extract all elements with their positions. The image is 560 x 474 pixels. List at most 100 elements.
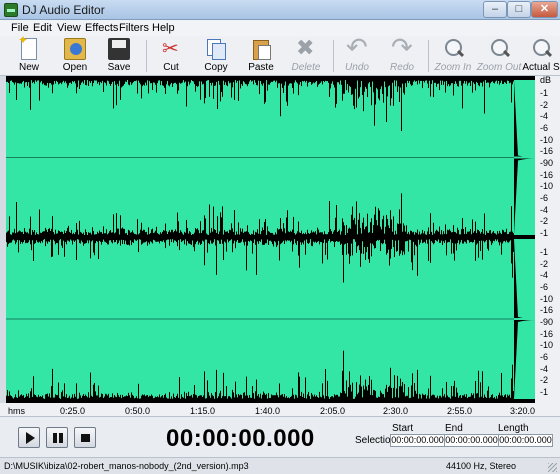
- db-tick-label: -6: [540, 282, 549, 292]
- ruler-tick: 2:30.0: [383, 406, 409, 416]
- stop-button[interactable]: [74, 427, 96, 448]
- resize-grip-icon[interactable]: [548, 463, 557, 472]
- menu-filters[interactable]: Filters: [119, 22, 149, 34]
- end-label: End: [445, 423, 463, 434]
- toolbar-separator: [333, 40, 334, 72]
- db-tick-label: -16: [540, 169, 554, 180]
- db-tick-label: -16: [540, 305, 554, 316]
- delete-button[interactable]: Delete: [285, 35, 327, 76]
- title-bar: DJ Audio Editor – □ ✕: [0, 0, 560, 20]
- db-tick-label: -2: [540, 216, 549, 227]
- paste-label: Paste: [248, 62, 274, 73]
- open-label: Open: [62, 62, 88, 73]
- open-folder-icon: [64, 38, 86, 60]
- zoom-out-button[interactable]: Zoom Out: [476, 36, 522, 76]
- selection-end-field[interactable]: 00:00:00.000: [444, 434, 499, 447]
- db-tick-label: -1: [540, 247, 549, 257]
- time-ruler[interactable]: hms 0:25.0 0:50.0 1:15.0 1:40.0 2:05.0 2…: [0, 403, 560, 417]
- maximize-button[interactable]: □: [507, 1, 531, 18]
- db-tick-label: -4: [540, 270, 549, 281]
- ruler-tick: 1:15.0: [190, 406, 216, 416]
- actual-size-label: Actual S: [522, 62, 560, 73]
- close-button[interactable]: ✕: [531, 1, 558, 18]
- length-label: Length: [498, 423, 529, 434]
- floppy-disk-icon: [108, 38, 130, 60]
- selection-length-field[interactable]: 00:00:00.000: [498, 434, 553, 447]
- new-label: New: [18, 62, 39, 73]
- undo-label: Undo: [345, 62, 369, 73]
- menu-bar: File Edit View Effects Filters Help: [0, 20, 560, 36]
- file-path: D:\MUSIK\ibiza\02-robert_manos-nobody_(2…: [4, 461, 249, 471]
- app-icon: [4, 3, 18, 17]
- db-tick-label: -1: [540, 387, 549, 397]
- toolbar: New Open Save Cut Copy Paste Delete Undo…: [0, 32, 560, 76]
- db-tick-label: -2: [540, 99, 549, 110]
- audio-format: 44100 Hz, Stereo: [446, 461, 517, 471]
- db-tick-label: -10: [540, 293, 554, 304]
- waveform-view[interactable]: [6, 76, 535, 403]
- redo-button[interactable]: Redo: [381, 32, 423, 76]
- db-unit-label: dB: [540, 75, 552, 85]
- toolbar-separator: [428, 40, 429, 72]
- undo-arrow-icon: [346, 32, 368, 63]
- db-tick-label: -10: [540, 181, 554, 192]
- delete-label: Delete: [291, 62, 321, 73]
- menu-view[interactable]: View: [57, 22, 81, 34]
- db-tick-label: -2: [540, 258, 549, 269]
- undo-button[interactable]: Undo: [336, 32, 378, 76]
- save-button[interactable]: Save: [98, 36, 140, 76]
- db-tick-label: -6: [540, 352, 549, 362]
- playback-time: 00:00:00.000: [166, 425, 315, 452]
- zoom-in-label: Zoom In: [434, 62, 472, 73]
- db-tick-label: -2: [540, 375, 549, 386]
- ruler-tick: 1:40.0: [255, 406, 281, 416]
- zoom-in-button[interactable]: Zoom In: [431, 36, 475, 76]
- ruler-unit: hms: [8, 406, 26, 416]
- copy-label: Copy: [204, 62, 228, 73]
- toolbar-separator: [146, 40, 147, 72]
- minimize-button[interactable]: –: [483, 1, 507, 18]
- ruler-tick: 2:55.0: [447, 406, 473, 416]
- ruler-tick: 0:50.0: [125, 406, 151, 416]
- ruler-tick: 3:20.0: [510, 406, 536, 416]
- pause-button[interactable]: [46, 427, 68, 448]
- menu-edit[interactable]: Edit: [33, 22, 52, 34]
- actual-size-button[interactable]: Actual S: [522, 36, 560, 76]
- scissors-icon: [160, 36, 182, 61]
- db-tick-label: -6: [540, 193, 549, 203]
- open-button[interactable]: Open: [54, 36, 96, 76]
- db-tick-label: -90: [540, 158, 554, 168]
- start-label: Start: [392, 423, 414, 434]
- new-file-icon: [18, 33, 37, 60]
- window-title: DJ Audio Editor: [22, 3, 105, 17]
- copy-icon: [205, 38, 227, 60]
- menu-effects[interactable]: Effects: [85, 22, 118, 34]
- copy-button[interactable]: Copy: [195, 36, 237, 76]
- zoom-out-label: Zoom Out: [476, 62, 522, 73]
- transport-bar: 00:00:00.000 Selection Start End Length …: [0, 417, 560, 457]
- paste-button[interactable]: Paste: [240, 36, 282, 76]
- status-bar: D:\MUSIK\ibiza\02-robert_manos-nobody_(2…: [0, 457, 560, 474]
- db-tick-label: -10: [540, 340, 554, 351]
- ruler-tick: 0:25.0: [60, 406, 86, 416]
- db-tick-label: -6: [540, 123, 549, 133]
- selection-start-field[interactable]: 00:00:00.000: [390, 434, 445, 447]
- db-tick-label: -1: [540, 228, 549, 238]
- cut-button[interactable]: Cut: [150, 36, 192, 76]
- new-button[interactable]: New: [8, 33, 50, 76]
- menu-help[interactable]: Help: [152, 22, 175, 34]
- zoom-out-icon: [488, 38, 510, 60]
- db-tick-label: -4: [540, 111, 549, 122]
- save-label: Save: [107, 62, 131, 73]
- magnifier-icon: [530, 38, 552, 60]
- db-tick-label: -4: [540, 363, 549, 374]
- db-tick-label: -90: [540, 317, 554, 327]
- right-channel-waveform[interactable]: [6, 239, 535, 399]
- db-tick-label: -1: [540, 88, 549, 98]
- redo-arrow-icon: [391, 32, 413, 63]
- zoom-in-icon: [442, 38, 464, 60]
- play-button[interactable]: [18, 427, 40, 448]
- left-channel-waveform[interactable]: [6, 80, 535, 235]
- redo-label: Redo: [390, 62, 414, 73]
- left-channel-svg: [6, 80, 535, 235]
